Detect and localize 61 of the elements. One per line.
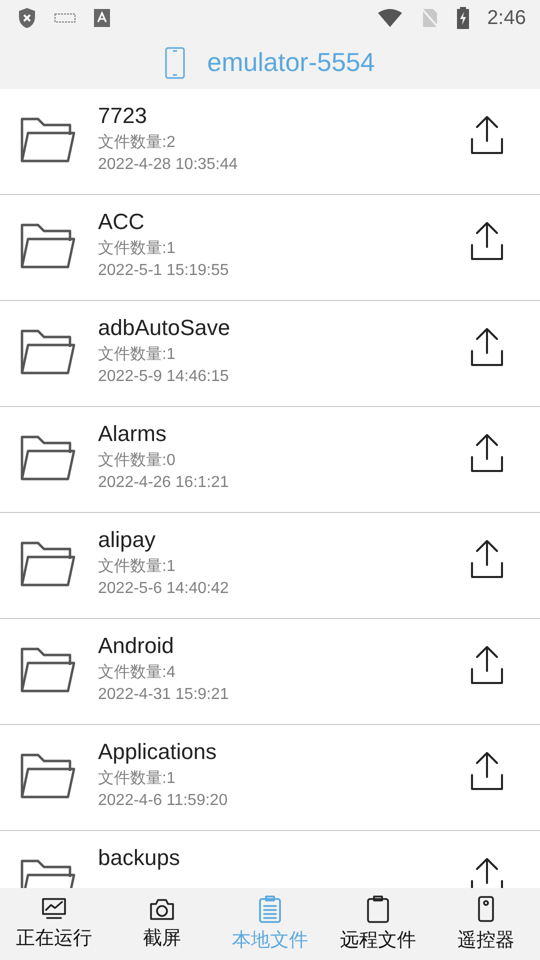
camera-icon — [148, 897, 176, 921]
nav-tab[interactable]: 正在运行 — [0, 888, 108, 960]
folder-icon — [18, 221, 78, 271]
phone-icon — [165, 46, 186, 78]
folder-name: Applications — [98, 739, 218, 765]
file-count: 文件数量:1 — [98, 556, 176, 577]
file-count: 文件数量:4 — [98, 662, 176, 683]
folder-row[interactable]: 7723 文件数量:2 2022-4-28 10:35:44 — [0, 89, 540, 195]
clipboard-icon — [366, 895, 390, 923]
modified-date: 2022-4-31 15:9:21 — [98, 686, 230, 704]
folder-name: 7723 — [98, 103, 148, 129]
folder-name: alipay — [98, 527, 156, 553]
file-count: 文件数量:1 — [98, 238, 176, 259]
remote-icon — [477, 895, 495, 923]
folder-name: backups — [98, 845, 181, 871]
modified-date: 2022-4-6 11:59:20 — [98, 792, 229, 810]
upload-icon[interactable] — [470, 539, 504, 579]
shield-icon — [18, 7, 36, 29]
upload-icon[interactable] — [470, 327, 504, 367]
folder-name: Android — [98, 633, 175, 659]
folder-row[interactable]: Applications 文件数量:1 2022-4-6 11:59:20 — [0, 725, 540, 831]
upload-icon[interactable] — [470, 115, 504, 155]
no-sim-icon — [421, 8, 440, 28]
modified-date: 2022-4-26 16:1:21 — [98, 474, 230, 492]
file-count: 文件数量:1 — [98, 768, 176, 789]
device-title: emulator-5554 — [207, 47, 375, 78]
file-count: 文件数量:2 — [98, 132, 176, 153]
chart-icon — [41, 897, 67, 921]
folder-row[interactable]: Alarms 文件数量:0 2022-4-26 16:1:21 — [0, 407, 540, 513]
nav-tab[interactable]: 截屏 — [108, 888, 216, 960]
modified-date: 2022-4-28 10:35:44 — [98, 156, 239, 174]
modified-date: 2022-5-6 14:40:42 — [98, 580, 230, 598]
folder-icon — [18, 751, 78, 801]
folder-icon — [18, 327, 78, 377]
file-count: 文件数量:1 — [98, 344, 176, 365]
battery-charging-icon — [457, 7, 470, 29]
folder-icon — [18, 115, 78, 165]
upload-icon[interactable] — [470, 645, 504, 685]
file-count: 文件数量:0 — [98, 450, 176, 471]
folder-row[interactable]: alipay 文件数量:1 2022-5-6 14:40:42 — [0, 513, 540, 619]
folder-name: ACC — [98, 209, 146, 235]
upload-icon[interactable] — [470, 221, 504, 261]
folder-icon — [18, 645, 78, 695]
modified-date: 2022-5-1 15:19:55 — [98, 262, 230, 280]
nav-tab[interactable]: 远程文件 — [324, 888, 432, 960]
text-icon — [94, 9, 110, 27]
folder-row[interactable]: adbAutoSave 文件数量:1 2022-5-9 14:46:15 — [0, 301, 540, 407]
folder-name: adbAutoSave — [98, 315, 232, 341]
folder-icon — [18, 539, 78, 589]
folder-name: Alarms — [98, 421, 168, 447]
folder-row[interactable]: ACC 文件数量:1 2022-5-1 15:19:55 — [0, 195, 540, 301]
folder-icon — [18, 433, 78, 483]
upload-icon[interactable] — [470, 857, 504, 888]
modified-date: 2022-5-9 14:46:15 — [98, 368, 230, 386]
clipboard-icon — [258, 895, 282, 923]
wifi-icon — [377, 8, 404, 28]
upload-icon[interactable] — [470, 751, 504, 791]
status-time: 2:46 — [487, 6, 526, 30]
upload-icon[interactable] — [470, 433, 504, 473]
folder-row[interactable]: Android 文件数量:4 2022-4-31 15:9:21 — [0, 619, 540, 725]
nav-tab[interactable]: 遥控器 — [432, 888, 540, 960]
